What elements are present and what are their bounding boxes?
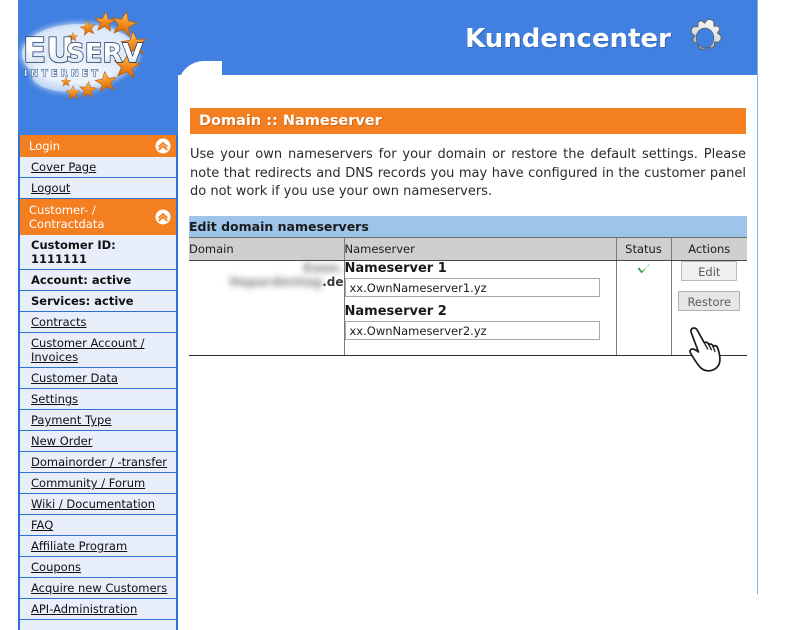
sidebar-item-coupons[interactable]: Coupons bbox=[18, 557, 178, 578]
sidebar-item-label: Account: active bbox=[31, 273, 132, 287]
sidebar-item-label: Logout bbox=[31, 181, 71, 195]
sidebar-item-label: Acquire new Customers bbox=[31, 581, 168, 595]
sidebar-item-label: Contracts bbox=[31, 315, 87, 329]
sidebar-item-label: API-Administration bbox=[31, 602, 138, 616]
sidebar: Login Cover Page Logout Customer- / Cont… bbox=[18, 135, 178, 630]
sidebar-item-label: Customer Data bbox=[31, 371, 118, 385]
euserv-logo[interactable]: EU SERV INTERNET bbox=[10, 6, 160, 116]
sidebar-item-api-administration[interactable]: API-Administration bbox=[18, 599, 178, 620]
sidebar-info-customer-id: Customer ID: 1111111 bbox=[18, 235, 178, 270]
sidebar-item-customer-data[interactable]: Customer Data bbox=[18, 368, 178, 389]
restore-button[interactable]: Restore bbox=[678, 291, 741, 311]
sidebar-item-label: Settings bbox=[31, 392, 79, 406]
nameserver-table-wrapper: Edit domain nameservers Domain Nameserve… bbox=[189, 216, 748, 356]
sidebar-item-label: FAQ bbox=[31, 518, 54, 532]
sidebar-item-label: Coupons bbox=[31, 560, 81, 574]
page-title: Domain :: Nameserver bbox=[190, 108, 746, 134]
double-chevron-up-icon[interactable] bbox=[155, 209, 171, 225]
table-caption-row: Edit domain nameservers bbox=[189, 216, 748, 238]
sidebar-item-logout[interactable]: Logout bbox=[18, 178, 178, 199]
table-row: Kaae. Hapardentag.de Nameserver 1 Namese… bbox=[189, 260, 748, 356]
column-header-status: Status bbox=[616, 237, 672, 261]
sidebar-item-acquire-new-customers[interactable]: Acquire new Customers bbox=[18, 578, 178, 599]
sidebar-item-affiliate-program[interactable]: Affiliate Program bbox=[18, 536, 178, 557]
logo-text-serv: SERV bbox=[66, 39, 143, 69]
sidebar-item-label: Community / Forum bbox=[31, 476, 146, 490]
sidebar-item-community-forum[interactable]: Community / Forum bbox=[18, 473, 178, 494]
sidebar-item-customer-account-invoices[interactable]: Customer Account / Invoices bbox=[18, 333, 178, 368]
column-header-actions: Actions bbox=[671, 237, 748, 261]
page-root: Kundencenter EU SERV INTERNET Domain:: … bbox=[0, 0, 800, 630]
sidebar-item-label: New Order bbox=[31, 434, 93, 448]
page-right-border bbox=[757, 0, 758, 594]
double-chevron-up-icon[interactable] bbox=[155, 138, 171, 154]
sidebar-item-settings[interactable]: Settings bbox=[18, 389, 178, 410]
sidebar-info-account-status: Account: active bbox=[18, 270, 178, 291]
sidebar-group-login-label: Login bbox=[29, 139, 61, 153]
sidebar-item-label: Affiliate Program bbox=[31, 539, 128, 553]
sidebar-item-label: Customer ID: 1111111 bbox=[31, 238, 116, 266]
sidebar-bottom-spacer bbox=[18, 620, 178, 630]
sidebar-group-login[interactable]: Login bbox=[18, 135, 178, 157]
sidebar-item-label: Services: active bbox=[31, 294, 134, 308]
actions-cell: Edit Restore bbox=[671, 260, 748, 356]
column-header-nameserver: Nameserver bbox=[344, 237, 617, 261]
domain-name-suffix: .de bbox=[322, 275, 344, 289]
sidebar-group-customer-contractdata[interactable]: Customer- / Contractdata bbox=[18, 199, 178, 235]
sidebar-item-contracts[interactable]: Contracts bbox=[18, 312, 178, 333]
sidebar-group-customer-label: Customer- / Contractdata bbox=[29, 203, 105, 231]
domain-cell: Kaae. Hapardentag.de bbox=[189, 260, 345, 356]
table-caption: Edit domain nameservers bbox=[189, 216, 748, 238]
sidebar-item-new-order[interactable]: New Order bbox=[18, 431, 178, 452]
edit-button[interactable]: Edit bbox=[681, 261, 738, 281]
nameserver-1-input[interactable] bbox=[344, 278, 600, 297]
sidebar-item-label: Cover Page bbox=[31, 160, 97, 174]
nameserver-1-label: Nameserver 1 bbox=[344, 261, 447, 276]
brand-title: Kundencenter bbox=[465, 24, 671, 54]
sidebar-item-label: Domainorder / -transfer bbox=[31, 455, 168, 469]
gear-icon bbox=[681, 14, 729, 62]
sidebar-item-faq[interactable]: FAQ bbox=[18, 515, 178, 536]
column-header-domain: Domain bbox=[189, 237, 345, 261]
nameserver-cell: Nameserver 1 Nameserver 2 bbox=[344, 260, 617, 356]
logo-subtitle: INTERNET bbox=[24, 69, 101, 79]
nameserver-table: Edit domain nameservers Domain Nameserve… bbox=[189, 216, 748, 356]
status-cell bbox=[616, 260, 672, 356]
sidebar-item-domainorder-transfer[interactable]: Domainorder / -transfer bbox=[18, 452, 178, 473]
intro-text: Use your own nameservers for your domain… bbox=[190, 147, 746, 199]
sidebar-item-payment-type[interactable]: Payment Type bbox=[18, 410, 178, 431]
nameserver-2-label: Nameserver 2 bbox=[344, 304, 447, 319]
sidebar-item-wiki-documentation[interactable]: Wiki / Documentation bbox=[18, 494, 178, 515]
sidebar-item-label: Wiki / Documentation bbox=[31, 497, 156, 511]
green-check-icon bbox=[636, 261, 652, 277]
sidebar-info-services-status: Services: active bbox=[18, 291, 178, 312]
sidebar-item-label: Customer Account / Invoices bbox=[31, 336, 145, 364]
nameserver-2-input[interactable] bbox=[344, 321, 600, 340]
sidebar-item-cover-page[interactable]: Cover Page bbox=[18, 157, 178, 178]
domain-name: Kaae. Hapardentag.de bbox=[189, 261, 344, 289]
sidebar-item-label: Payment Type bbox=[31, 413, 112, 427]
table-header-row: Domain Nameserver Status Actions bbox=[189, 237, 748, 261]
